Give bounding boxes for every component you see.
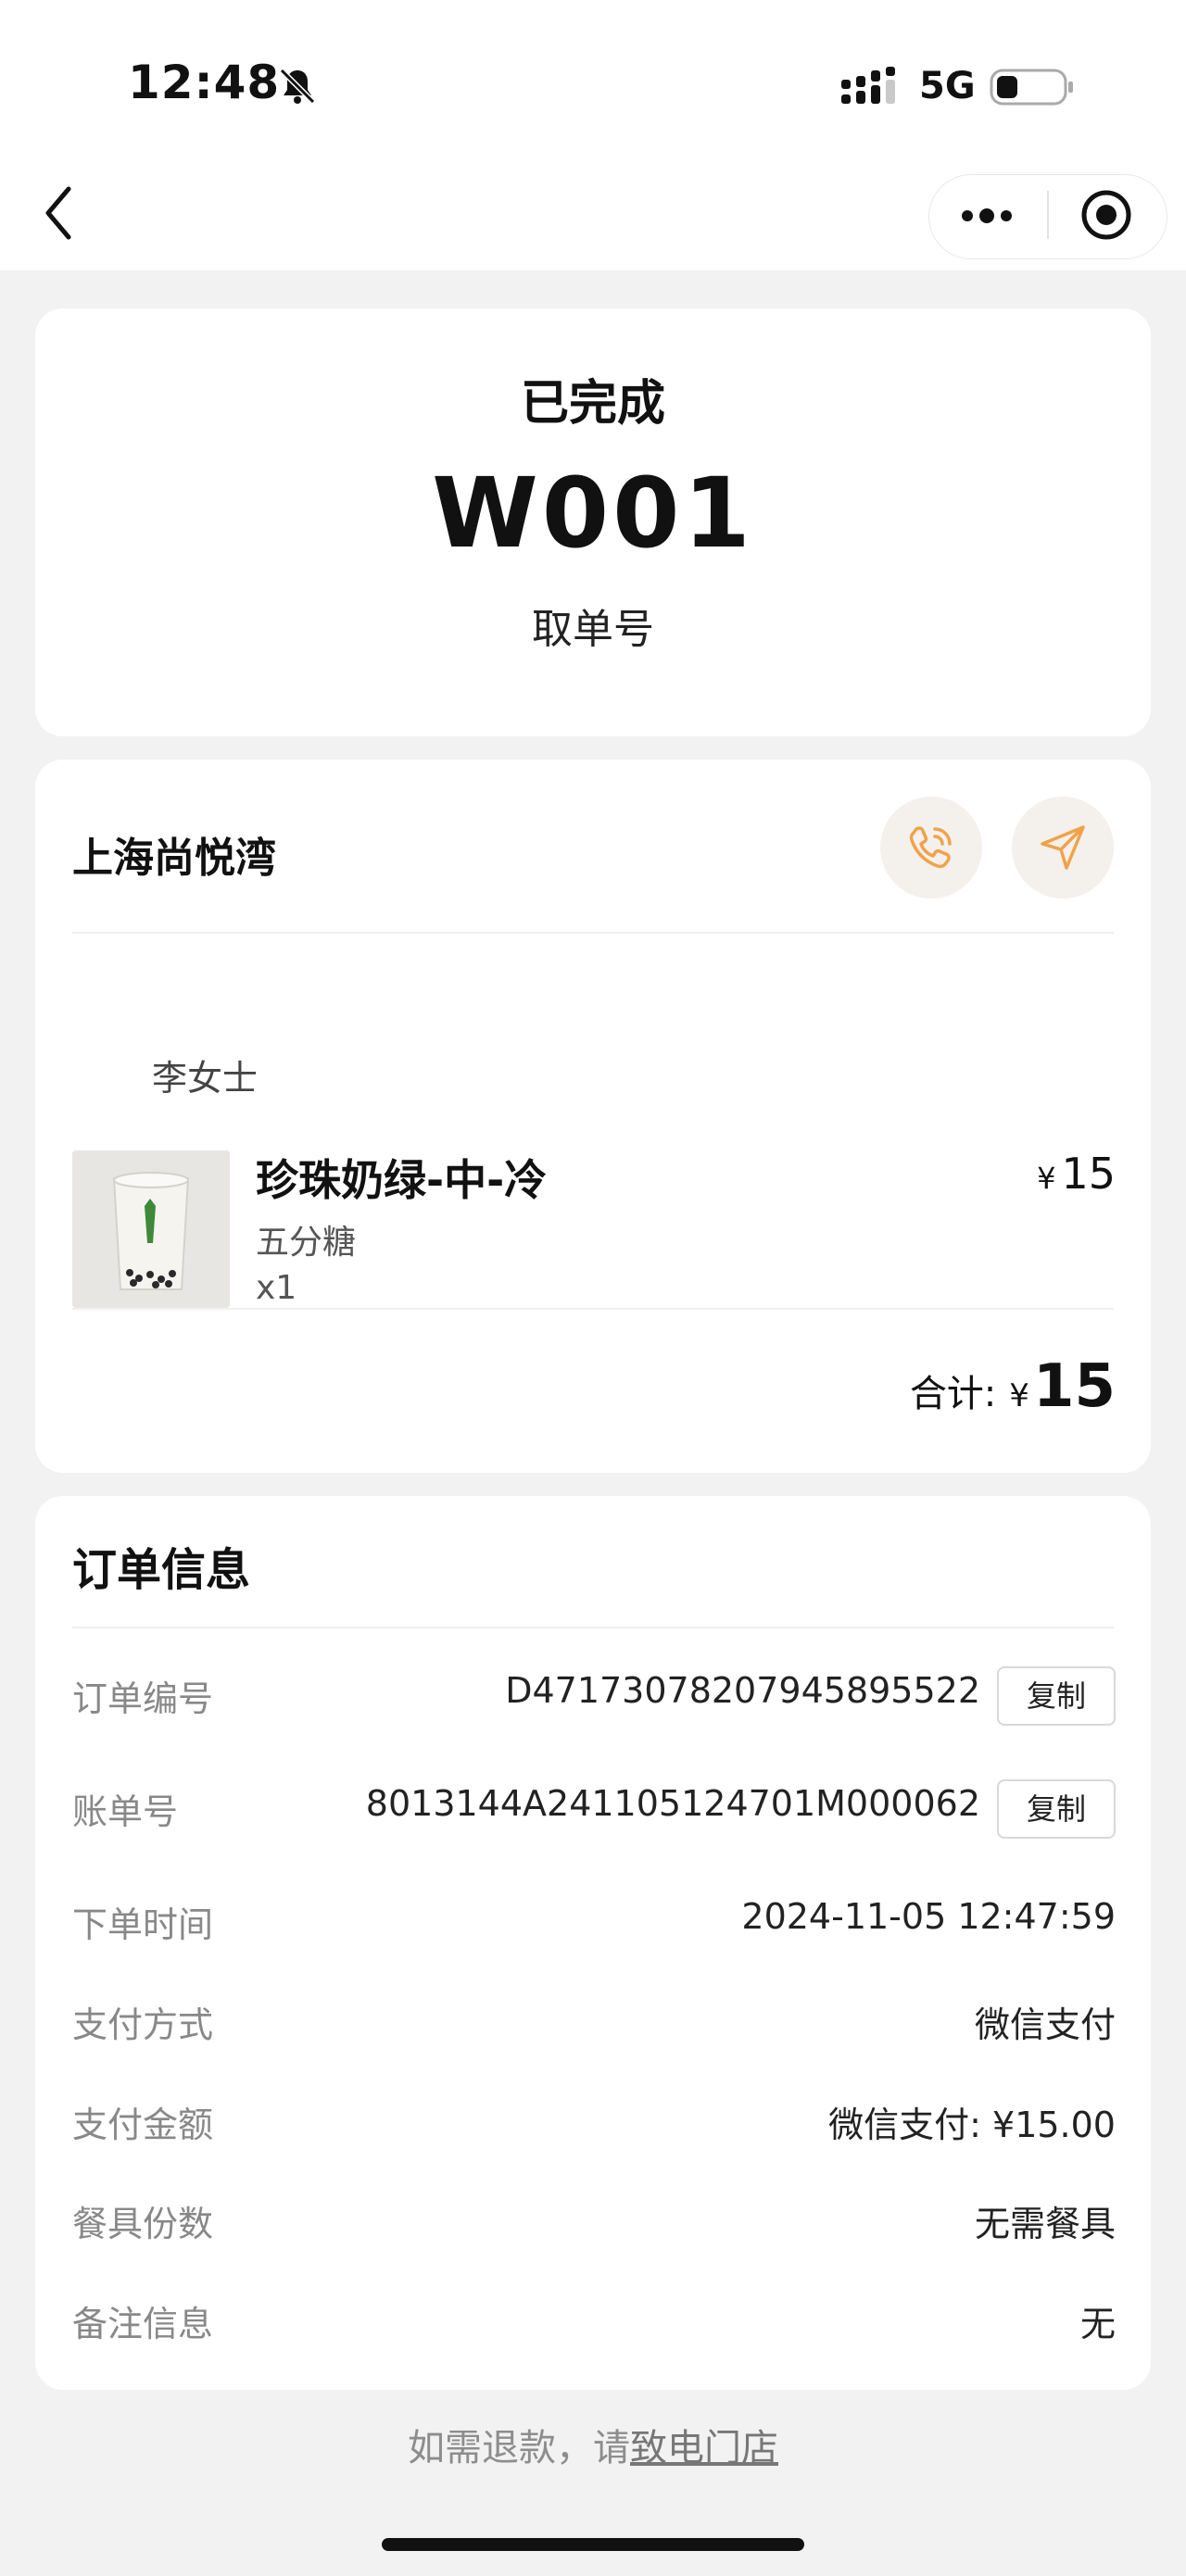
row-label: 支付方式 xyxy=(72,2004,214,2045)
product-quantity: x1 xyxy=(256,1269,297,1307)
refund-hint: 如需退款，请致电门店 xyxy=(0,2418,1186,2471)
order-info-title: 订单信息 xyxy=(72,1544,251,1596)
bell-muted-icon xyxy=(279,68,316,105)
target-circle-icon[interactable] xyxy=(1077,185,1136,245)
row-label: 下单时间 xyxy=(72,1904,214,1945)
row-label: 支付金额 xyxy=(72,2105,214,2145)
remark-value: 无 xyxy=(1079,2304,1116,2344)
chevron-left-icon[interactable] xyxy=(37,176,83,250)
capsule-divider xyxy=(1047,191,1049,239)
total-label: 合计: xyxy=(909,1373,997,1415)
signal-icon xyxy=(841,67,895,104)
store-card: 上海尚悦湾 李女士 珍珠奶绿-中-冷 五分糖 x1 ¥15 合计: ¥15 xyxy=(35,760,1151,1473)
more-dots-icon[interactable] xyxy=(956,193,1017,239)
product-name: 珍珠奶绿-中-冷 xyxy=(256,1155,548,1205)
row-label: 订单编号 xyxy=(72,1678,214,1719)
order-status-text: 已完成 xyxy=(520,376,665,432)
customer-name: 李女士 xyxy=(152,1058,259,1099)
order-info-divider xyxy=(72,1627,1114,1628)
pickup-label: 取单号 xyxy=(532,606,654,653)
utensils-row: 餐具份数 无需餐具 xyxy=(72,2184,1116,2249)
status-time: 12:48 xyxy=(128,56,281,109)
top-bar: 12:48 5G xyxy=(0,0,1186,270)
order-total: 合计: ¥15 xyxy=(910,1352,1116,1421)
network-type: 5G xyxy=(919,65,976,107)
navigation-arrow-icon xyxy=(1041,825,1085,870)
utensils-value: 无需餐具 xyxy=(974,2204,1116,2244)
total-amount: 15 xyxy=(1032,1352,1116,1421)
remark-row: 备注信息 无 xyxy=(72,2284,1116,2349)
row-label: 餐具份数 xyxy=(72,2204,214,2244)
store-divider xyxy=(72,932,1114,934)
copy-bill-number-button[interactable]: 复制 xyxy=(997,1779,1116,1839)
price-currency: ¥ xyxy=(1037,1161,1056,1196)
price-value: 15 xyxy=(1061,1149,1116,1199)
battery-icon xyxy=(990,69,1073,106)
refund-hint-text: 如需退款，请 xyxy=(408,2427,630,2469)
order-number-row: 订单编号 D47173078207945895522 复制 xyxy=(72,1659,1116,1726)
order-status-card: 已完成 W001 取单号 xyxy=(35,308,1151,736)
call-store-button[interactable] xyxy=(880,797,982,898)
row-label: 账单号 xyxy=(72,1791,179,1832)
payment-amount-value: 微信支付: ¥15.00 xyxy=(828,2105,1116,2145)
order-time-value: 2024-11-05 12:47:59 xyxy=(741,1896,1116,1937)
bill-number-value: 8013144A241105124701M000062 xyxy=(365,1783,980,1824)
payment-amount-row: 支付金额 微信支付: ¥15.00 xyxy=(72,2085,1116,2150)
order-number-value: D47173078207945895522 xyxy=(505,1670,980,1711)
bill-number-row: 账单号 8013144A241105124701M000062 复制 xyxy=(72,1772,1116,1839)
product-price: ¥15 xyxy=(1037,1149,1116,1199)
row-label: 备注信息 xyxy=(72,2304,214,2344)
order-info-card: 订单信息 订单编号 D47173078207945895522 复制 账单号 8… xyxy=(35,1496,1151,2390)
phone-icon xyxy=(909,826,952,869)
pickup-number: W001 xyxy=(432,457,754,570)
order-time-row: 下单时间 2024-11-05 12:47:59 xyxy=(72,1885,1116,1950)
store-name: 上海尚悦湾 xyxy=(72,835,276,882)
product-spec: 五分糖 xyxy=(256,1224,357,1262)
home-indicator xyxy=(382,2538,804,2551)
total-currency: ¥ xyxy=(1009,1377,1029,1414)
payment-method-value: 微信支付 xyxy=(974,2004,1116,2045)
copy-order-number-button[interactable]: 复制 xyxy=(997,1666,1116,1726)
call-store-link[interactable]: 致电门店 xyxy=(630,2427,778,2469)
payment-method-row: 支付方式 微信支付 xyxy=(72,1985,1116,2050)
item-divider xyxy=(72,1308,1114,1310)
navigate-button[interactable] xyxy=(1012,797,1114,898)
product-image xyxy=(72,1150,230,1308)
